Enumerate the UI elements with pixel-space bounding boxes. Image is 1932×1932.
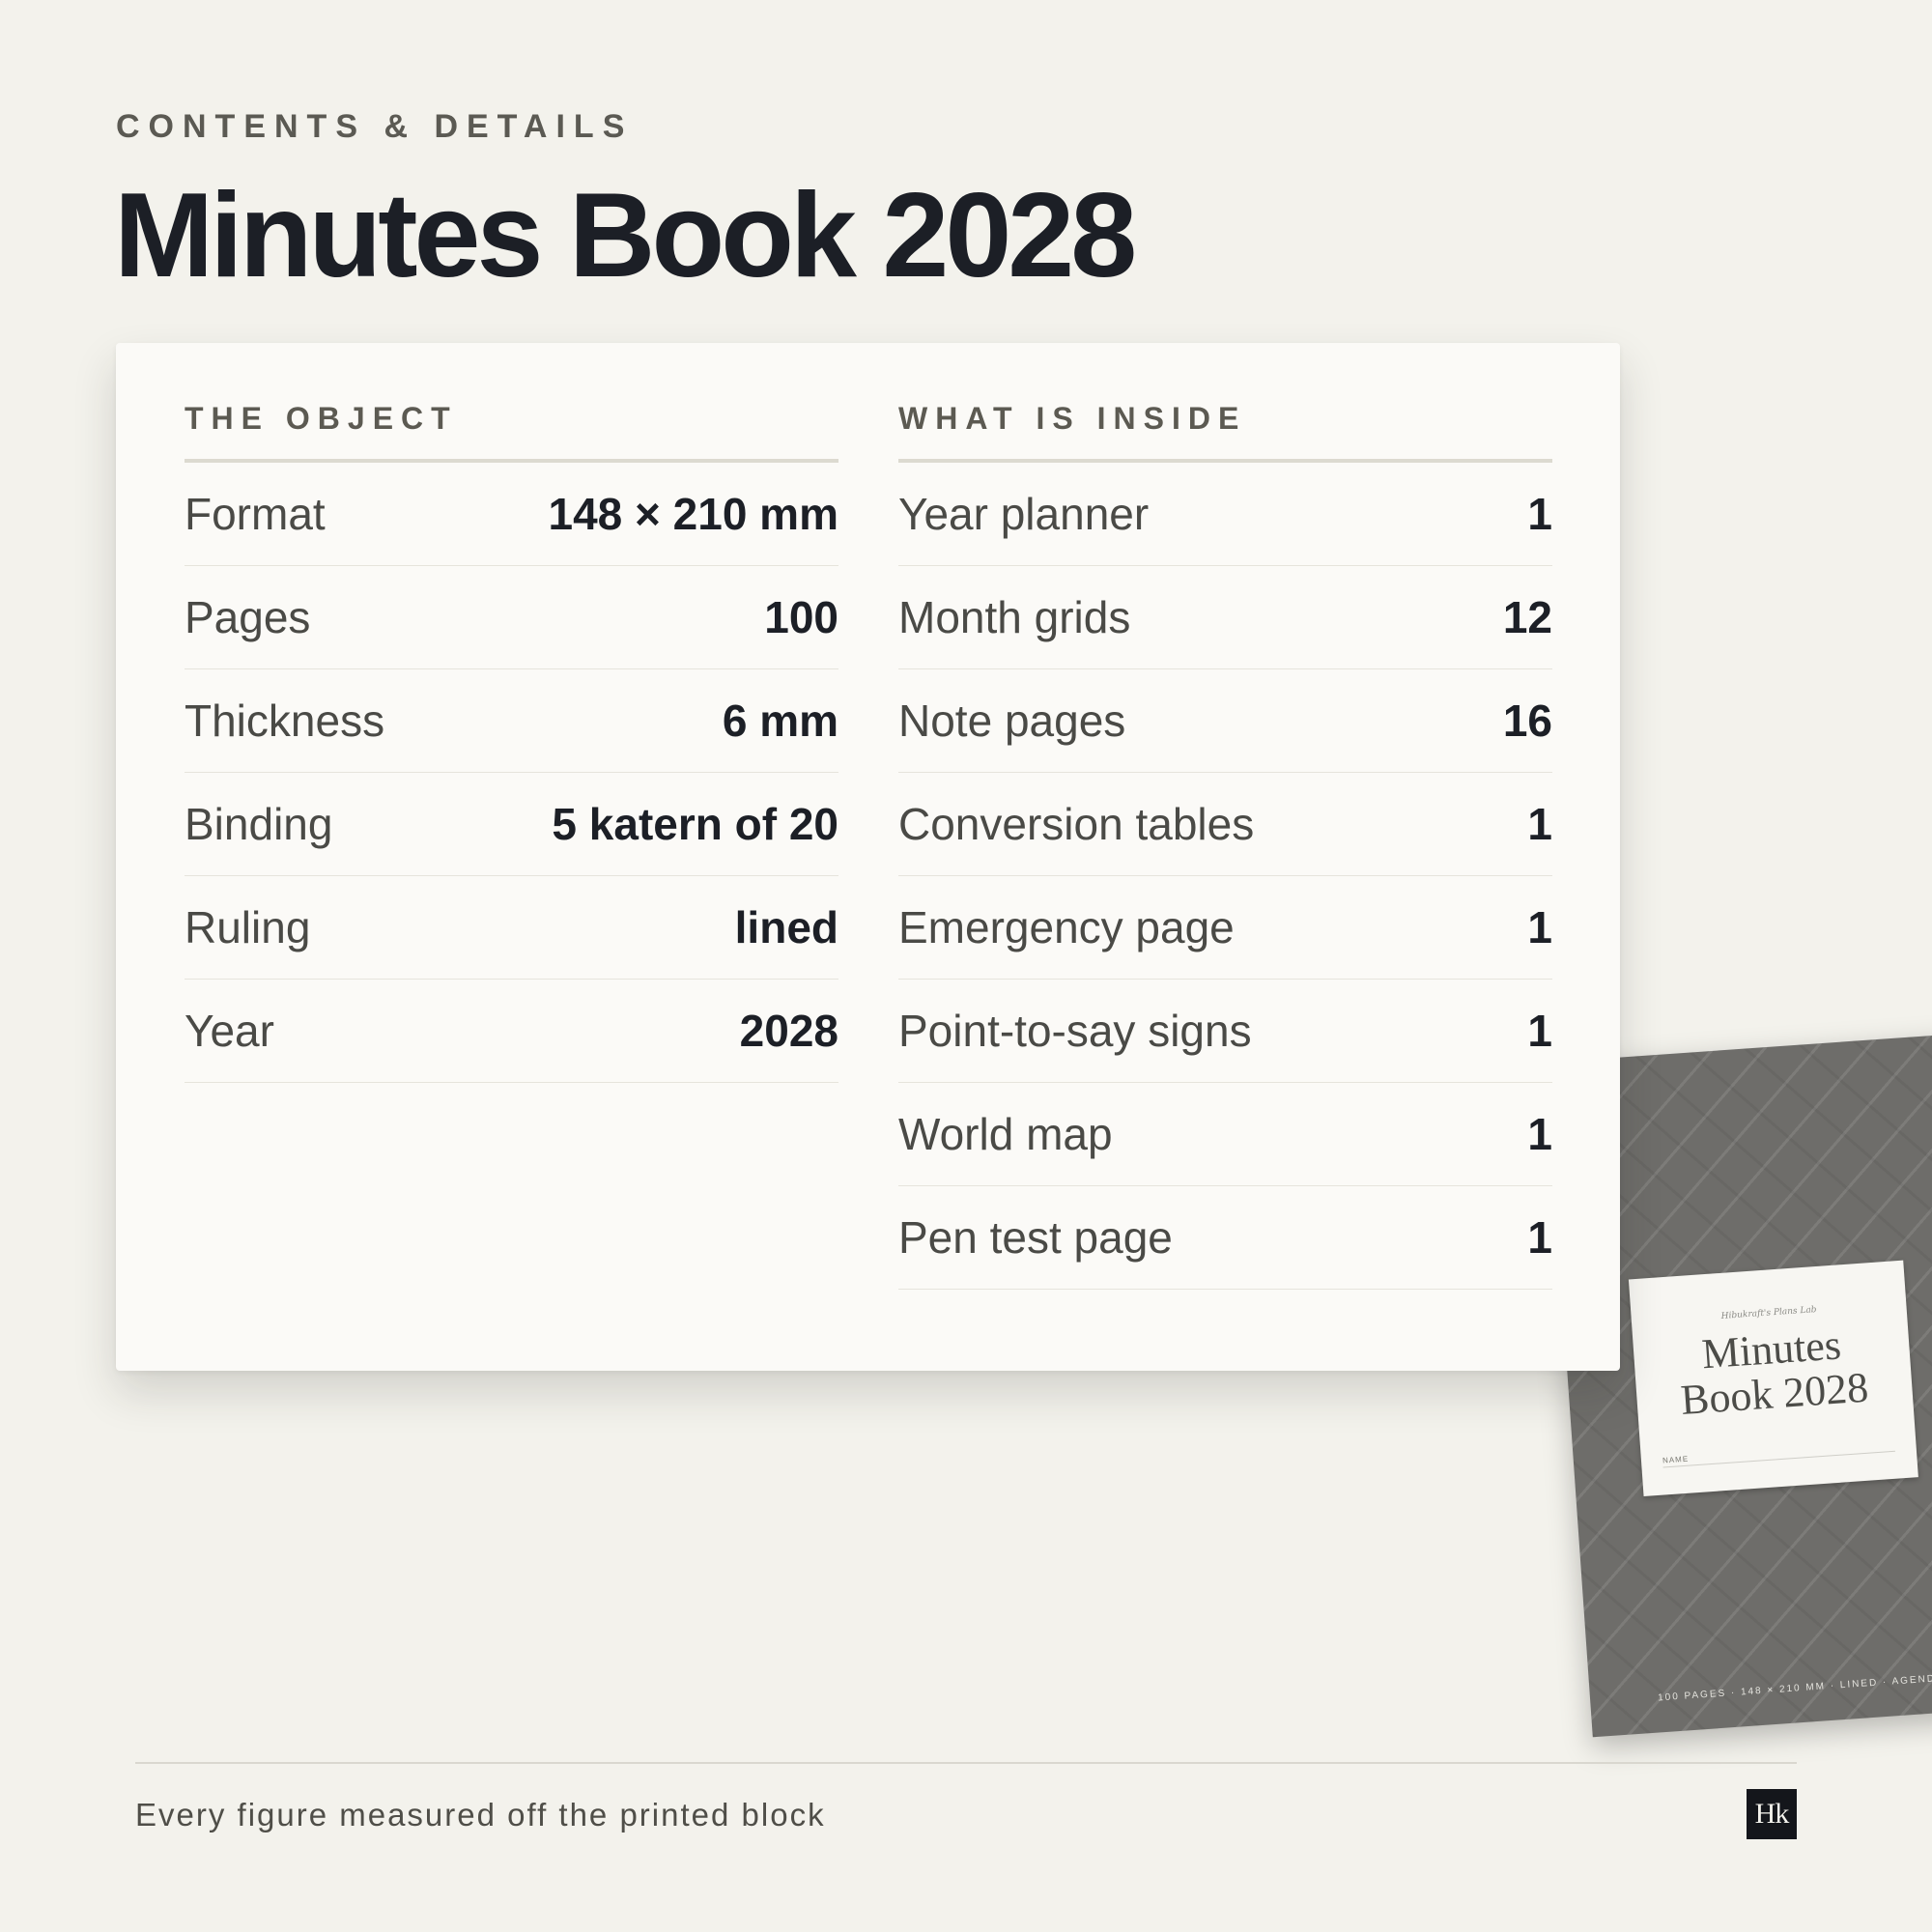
spec-row: Binding 5 katern of 20 [185,773,838,876]
spec-value: 148 × 210 mm [548,489,838,539]
content-count: 1 [1527,799,1552,849]
content-label: Note pages [898,696,1126,746]
spec-label: Thickness [185,696,385,746]
content-count: 12 [1502,592,1552,642]
spec-value: 100 [764,592,838,642]
inside-heading: WHAT IS INSIDE [898,401,1552,463]
content-count: 1 [1527,489,1552,539]
content-count: 1 [1527,1109,1552,1159]
details-card: THE OBJECT Format 148 × 210 mm Pages 100… [116,343,1620,1371]
spec-row: Ruling lined [185,876,838,980]
spec-row: Thickness 6 mm [185,669,838,773]
spec-label: Format [185,489,326,539]
content-label: Point-to-say signs [898,1006,1252,1056]
inside-column: WHAT IS INSIDE Year planner 1 Month grid… [898,401,1552,1290]
footer-divider [135,1762,1797,1764]
content-label: Year planner [898,489,1150,539]
spec-value: lined [734,902,838,952]
footer-note: Every figure measured off the printed bl… [135,1797,826,1833]
content-count: 1 [1527,1006,1552,1056]
content-label: Emergency page [898,902,1235,952]
content-count: 1 [1527,902,1552,952]
book-title: Minutes Book 2028 [1679,1321,1870,1425]
page-title: Minutes Book 2028 [114,169,1137,302]
content-label: Month grids [898,592,1131,642]
content-label: Conversion tables [898,799,1255,849]
spec-label: Year [185,1006,274,1056]
spec-value: 6 mm [722,696,838,746]
object-column: THE OBJECT Format 148 × 210 mm Pages 100… [185,401,838,1083]
book-label: Hibukraft's Plans Lab Minutes Book 2028 … [1628,1260,1918,1497]
content-count: 16 [1502,696,1552,746]
content-row: Note pages 16 [898,669,1552,773]
brand-logo: Hk [1747,1789,1797,1839]
spec-label: Ruling [185,902,311,952]
spec-value: 5 katern of 20 [552,799,838,849]
content-label: World map [898,1109,1113,1159]
eyebrow: CONTENTS & DETAILS [116,108,634,145]
spec-value: 2028 [739,1006,838,1056]
content-row: Year planner 1 [898,463,1552,566]
content-count: 1 [1527,1212,1552,1263]
spec-label: Binding [185,799,333,849]
content-row: World map 1 [898,1083,1552,1186]
object-heading: THE OBJECT [185,401,838,463]
spec-row: Year 2028 [185,980,838,1083]
book-name-line: NAME [1662,1439,1895,1468]
content-row: Emergency page 1 [898,876,1552,980]
content-row: Month grids 12 [898,566,1552,669]
content-row: Pen test page 1 [898,1186,1552,1290]
content-row: Conversion tables 1 [898,773,1552,876]
spec-row: Pages 100 [185,566,838,669]
content-row: Point-to-say signs 1 [898,980,1552,1083]
spec-row: Format 148 × 210 mm [185,463,838,566]
spec-label: Pages [185,592,311,642]
content-label: Pen test page [898,1212,1173,1263]
book-footer: 100 PAGES · 148 × 210 MM · LINED · AGEND… [1657,1672,1932,1704]
